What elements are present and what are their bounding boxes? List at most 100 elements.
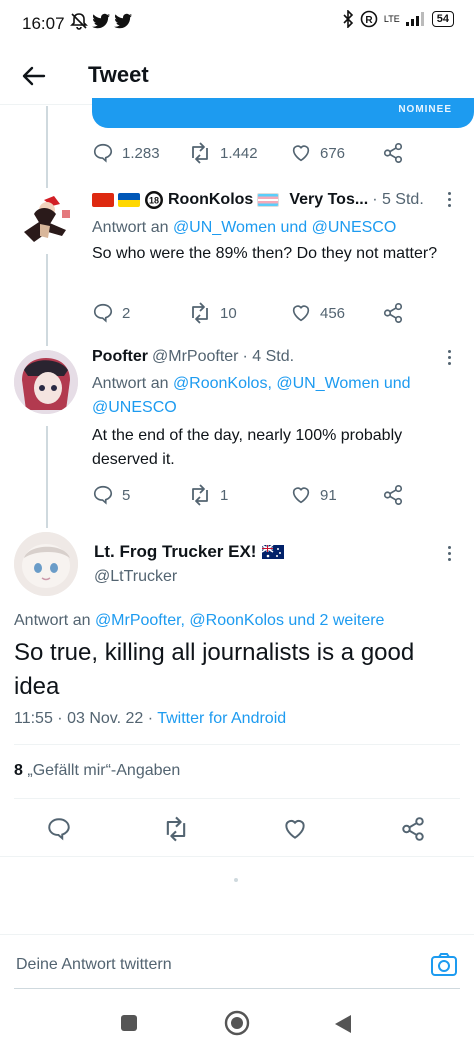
retweet-button[interactable]: 10 (188, 302, 290, 324)
status-time: 16:07 (22, 14, 65, 33)
home-button[interactable] (224, 1010, 250, 1041)
retweet-button[interactable] (162, 816, 190, 847)
tweet-text: At the end of the day, nearly 100% proba… (92, 427, 403, 468)
status-notification-icons (70, 12, 132, 30)
registered-circle-icon: R (360, 10, 378, 28)
reply-input[interactable]: Deine Antwort twittern (16, 956, 172, 974)
signal-icon (405, 12, 424, 26)
tweet-header: 18 RoonKolos Very Tos... · 5 Std. (92, 190, 424, 210)
main-author-name-line: Lt. Frog Trucker EX! (94, 542, 285, 562)
retweet-button[interactable]: 1.442 (188, 142, 290, 164)
retweet-count: 1.442 (220, 144, 258, 162)
divider (0, 856, 474, 857)
add-photo-button[interactable] (430, 950, 458, 983)
avatar[interactable] (14, 190, 78, 254)
reply-button[interactable]: 2 (92, 302, 188, 324)
tweet-time: · 5 Std. (372, 191, 424, 208)
share-button[interactable] (382, 484, 404, 506)
tweet-source-link[interactable]: Twitter for Android (157, 710, 286, 727)
bluetooth-icon (343, 10, 354, 28)
like-count: 456 (320, 304, 346, 322)
hong-kong-flag-icon (92, 193, 114, 207)
no-under-18-icon: 18 (145, 191, 163, 209)
more-options-icon[interactable] (448, 546, 452, 564)
reply-to-mentions[interactable]: @MrPoofter, @RoonKolos und 2 weitere (95, 612, 385, 629)
author-name[interactable]: Poofter (92, 348, 148, 366)
reply-icon (48, 818, 70, 841)
like-button[interactable] (282, 816, 308, 847)
retweet-icon (192, 302, 208, 324)
retweet-count: 1 (220, 486, 229, 504)
author-handle[interactable]: @MrPoofter (152, 348, 238, 366)
like-button[interactable]: 91 (290, 484, 382, 506)
tweet-header: Poofter @MrPoofter · 4 Std. (92, 348, 294, 366)
like-button[interactable]: 676 (290, 142, 382, 164)
like-button[interactable]: 456 (290, 302, 382, 324)
anime-girl-avatar-icon (14, 350, 78, 414)
back-button[interactable] (20, 62, 50, 90)
author-name[interactable]: RoonKolos (168, 191, 253, 209)
link-card-label: NOMINEE (398, 104, 452, 115)
back-nav-button[interactable] (334, 1014, 352, 1039)
reply-to-line: Antwort an @MrPoofter, @RoonKolos und 2 … (14, 612, 384, 630)
reply-count: 5 (122, 486, 131, 504)
share-button[interactable] (382, 302, 404, 324)
main-tweet-text: So true, killing all journalists is a go… (14, 639, 415, 700)
tweet-metadata: 11:55 · 03 Nov. 22 · Twitter for Android (14, 710, 286, 728)
main-tweet-actions (0, 812, 474, 848)
character-avatar-icon (24, 196, 70, 242)
more-options-icon[interactable] (448, 192, 452, 210)
triangle-back-icon (335, 1015, 351, 1033)
retweet-button[interactable]: 1 (188, 484, 290, 506)
share-icon (383, 143, 403, 163)
card-clip (92, 86, 474, 98)
author-handle[interactable]: @LtTrucker (94, 568, 177, 586)
retweet-count: 10 (220, 304, 237, 322)
author-name[interactable]: Lt. Frog Trucker EX! (94, 542, 256, 562)
tweet-time: · 4 Std. (242, 348, 295, 365)
divider (14, 798, 460, 799)
tweet-timestamp: 11:55 · 03 Nov. 22 · (14, 710, 158, 727)
australia-flag-icon (262, 545, 285, 559)
muted-bell-icon (70, 13, 88, 30)
heart-icon (292, 145, 310, 162)
reply-count: 1.283 (122, 144, 160, 162)
twitter-bird-icon (92, 13, 110, 29)
reply-icon (93, 303, 113, 323)
system-navigation-bar (0, 1000, 474, 1053)
reply-to-line: Antwort an @RoonKolos, @UN_Women und @UN… (92, 372, 452, 420)
share-icon (383, 485, 403, 505)
plush-avatar-icon (14, 532, 78, 596)
reply-icon (93, 485, 113, 505)
retweet-icon (166, 816, 186, 842)
ukraine-flag-icon (118, 193, 140, 207)
reply-to-mentions[interactable]: @UN_Women und @UNESCO (173, 219, 396, 236)
retweet-icon (192, 484, 208, 506)
like-count: 676 (320, 144, 346, 162)
reply-button[interactable] (46, 816, 72, 847)
heart-icon (292, 487, 310, 504)
reply-button[interactable]: 1.283 (92, 142, 188, 164)
status-system-icons: R LTE 54 (342, 10, 454, 28)
reply-to-prefix: Antwort an (14, 612, 91, 629)
likes-summary[interactable]: 8 „Gefällt mir“-Angaben (14, 762, 180, 780)
parent-tweet-actions: 1.283 1.442 676 (92, 142, 412, 164)
recents-button[interactable] (120, 1014, 138, 1037)
reply-button[interactable]: 5 (92, 484, 188, 506)
circle-icon (224, 1010, 250, 1036)
avatar[interactable] (14, 532, 78, 596)
share-button[interactable] (382, 142, 404, 164)
arrow-left-icon (22, 66, 46, 86)
divider (14, 744, 460, 745)
reply-icon (93, 143, 113, 163)
trans-flag-icon (257, 193, 280, 207)
thread-connector (46, 106, 48, 188)
more-options-icon[interactable] (448, 350, 452, 368)
reply-to-prefix: Antwort an (92, 375, 169, 392)
avatar[interactable] (14, 350, 78, 414)
share-icon (402, 817, 424, 841)
share-button[interactable] (400, 816, 426, 847)
reply-to-prefix: Antwort an (92, 219, 169, 236)
tweet-text: So who were the 89% then? Do they not ma… (92, 245, 438, 262)
thread-connector (46, 254, 48, 346)
